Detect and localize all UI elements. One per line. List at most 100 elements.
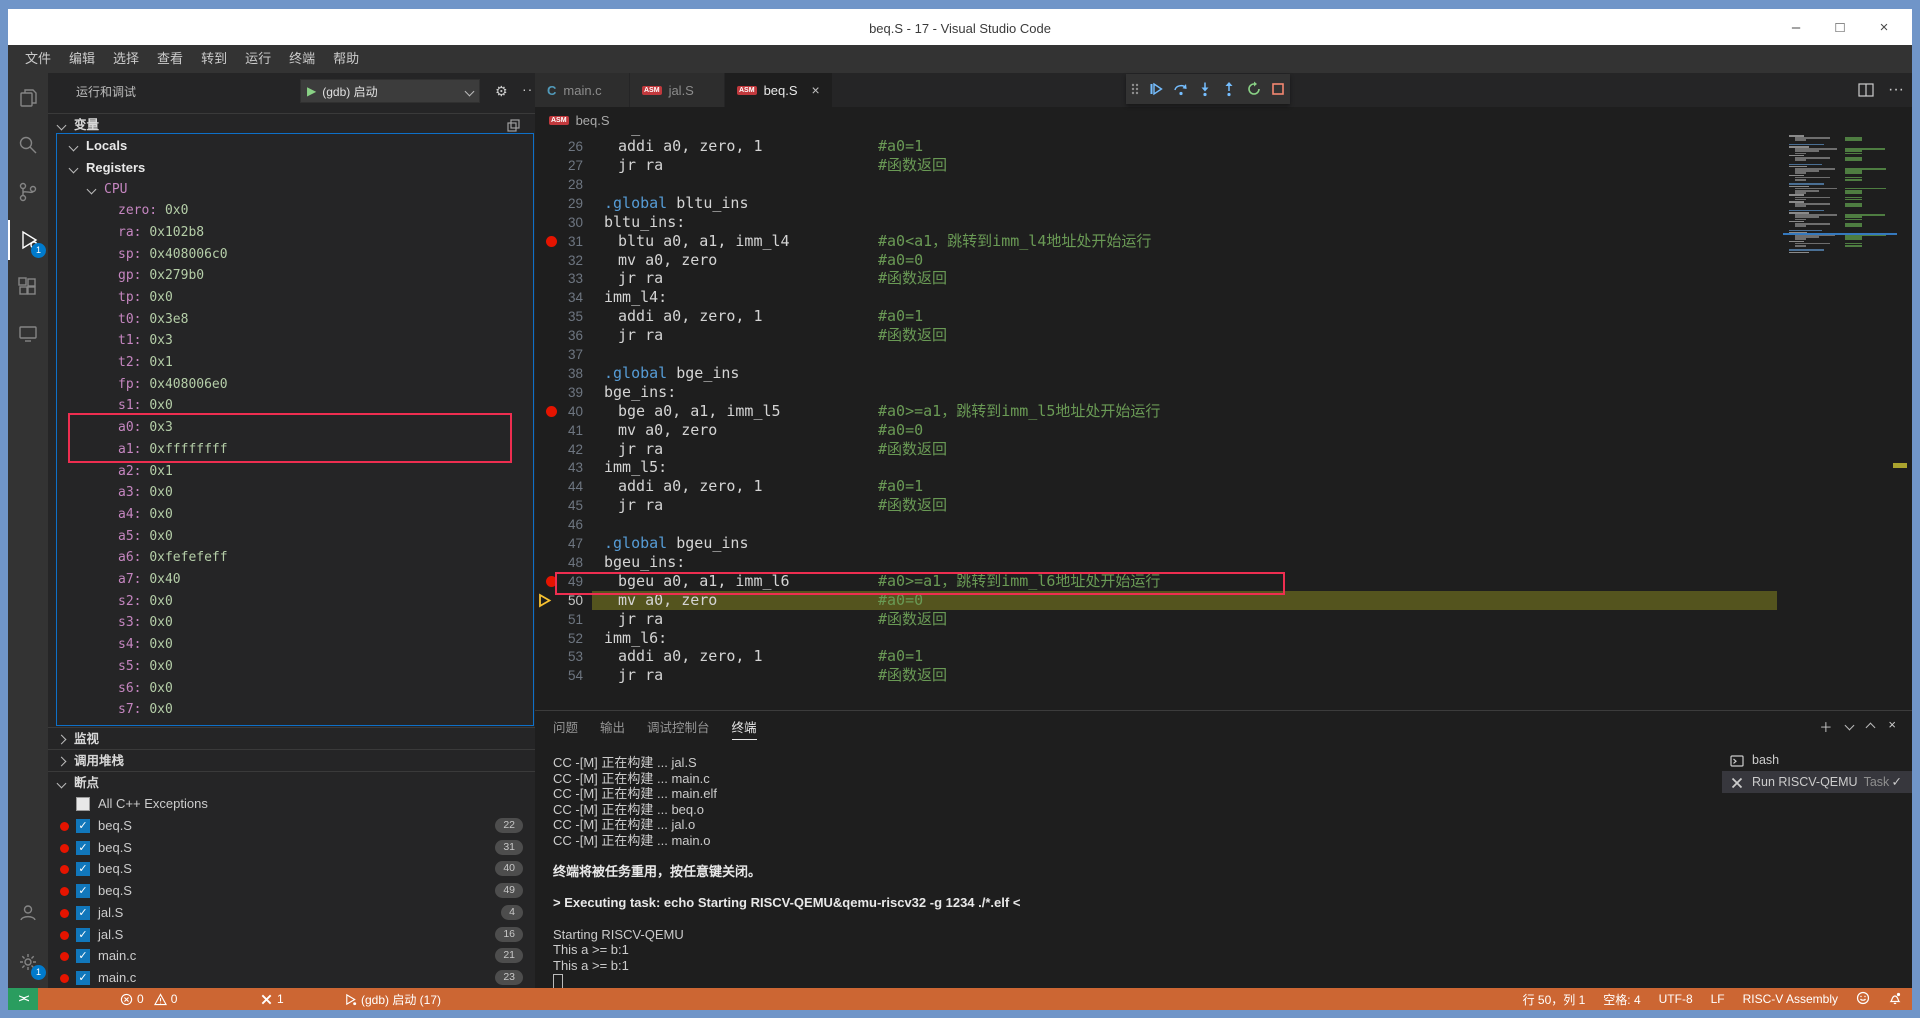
- more-actions-icon[interactable]: ···: [522, 81, 535, 97]
- code-line-38[interactable]: 38.global bge_ins: [535, 364, 1783, 383]
- breakpoint-row-beq.S-49[interactable]: ✓beq.S49: [48, 880, 535, 902]
- register-gp[interactable]: gp: 0x279b0: [48, 265, 535, 287]
- breakpoint-row-main.c-21[interactable]: ✓main.c21: [48, 945, 535, 967]
- code-line-28[interactable]: 28: [535, 175, 1783, 194]
- code-editor[interactable]: 25imm_l3:26addi a0, zero, 1#a0=127jr ra#…: [535, 133, 1783, 710]
- account-icon[interactable]: [8, 893, 48, 933]
- register-a6[interactable]: a6: 0xfefefeff: [48, 547, 535, 569]
- register-s1[interactable]: s1: 0x0: [48, 395, 535, 417]
- register-tp[interactable]: tp: 0x0: [48, 287, 535, 309]
- checkbox-checked[interactable]: ✓: [76, 928, 90, 942]
- checkbox-checked[interactable]: ✓: [76, 884, 90, 898]
- code-line-26[interactable]: 26addi a0, zero, 1#a0=1: [535, 137, 1783, 156]
- status-right-item-1[interactable]: 空格: 4: [1603, 991, 1640, 1008]
- scope-locals[interactable]: Locals: [48, 135, 535, 157]
- exception-breakpoint-row[interactable]: All C++ Exceptions: [48, 793, 535, 815]
- code-line-49[interactable]: 49bgeu a0, a1, imm_l6#a0>=a1，跳转到imm_l6地址…: [535, 572, 1783, 591]
- register-a2[interactable]: a2: 0x1: [48, 461, 535, 483]
- register-a7[interactable]: a7: 0x40: [48, 569, 535, 591]
- tab-jal.S[interactable]: ASMjal.S: [630, 73, 725, 107]
- menu-item-3[interactable]: 查看: [148, 45, 192, 73]
- panel-toggle-icon[interactable]: [507, 119, 521, 133]
- tab-beq.S[interactable]: ASMbeq.S×: [725, 73, 833, 107]
- search-icon[interactable]: [8, 125, 48, 165]
- code-line-27[interactable]: 27jr ra#函数返回: [535, 156, 1783, 175]
- debug-session-status[interactable]: (gdb) 启动 (17): [344, 988, 441, 1010]
- terminal-list-item-bash[interactable]: bash: [1722, 749, 1912, 771]
- register-sp[interactable]: sp: 0x408006c0: [48, 244, 535, 266]
- panel-tab-调试控制台[interactable]: 调试控制台: [647, 717, 710, 739]
- code-line-33[interactable]: 33jr ra#函数返回: [535, 269, 1783, 288]
- step-over-icon[interactable]: [1173, 81, 1189, 97]
- register-fp[interactable]: fp: 0x408006e0: [48, 374, 535, 396]
- code-line-43[interactable]: 43imm_l5:: [535, 458, 1783, 477]
- register-s3[interactable]: s3: 0x0: [48, 612, 535, 634]
- register-zero[interactable]: zero: 0x0: [48, 200, 535, 222]
- code-line-52[interactable]: 52imm_l6:: [535, 629, 1783, 648]
- callstack-section-header[interactable]: 调用堆栈: [48, 749, 535, 772]
- code-line-31[interactable]: 31bltu a0, a1, imm_l4#a0<a1，跳转到imm_l4地址处…: [535, 232, 1783, 251]
- register-a0[interactable]: a0: 0x3: [48, 417, 535, 439]
- continue-icon[interactable]: [1148, 81, 1164, 97]
- menu-item-6[interactable]: 终端: [280, 45, 324, 73]
- maximize-panel-icon[interactable]: [1866, 723, 1876, 733]
- code-line-29[interactable]: 29.global bltu_ins: [535, 194, 1783, 213]
- breakpoints-section-header[interactable]: 断点: [48, 771, 535, 794]
- files-icon[interactable]: [8, 78, 48, 118]
- extensions-icon[interactable]: [8, 268, 48, 308]
- breakpoint-row-jal.S-4[interactable]: ✓jal.S4: [48, 902, 535, 924]
- remote-indicator[interactable]: ><: [8, 988, 38, 1010]
- register-s7[interactable]: s7: 0x0: [48, 699, 535, 721]
- stop-icon[interactable]: [1270, 81, 1286, 97]
- status-right-item-2[interactable]: UTF-8: [1659, 992, 1693, 1006]
- close-button[interactable]: ×: [1862, 19, 1906, 36]
- gear-icon[interactable]: ⚙: [495, 83, 508, 100]
- breakpoint-row-beq.S-40[interactable]: ✓beq.S40: [48, 858, 535, 880]
- code-line-32[interactable]: 32mv a0, zero#a0=0: [535, 251, 1783, 270]
- code-line-36[interactable]: 36jr ra#函数返回: [535, 326, 1783, 345]
- code-line-39[interactable]: 39bge_ins:: [535, 383, 1783, 402]
- code-line-40[interactable]: 40bge a0, a1, imm_l5#a0>=a1，跳转到imm_l5地址处…: [535, 402, 1783, 421]
- menu-item-7[interactable]: 帮助: [324, 45, 368, 73]
- minimize-button[interactable]: –: [1774, 19, 1818, 36]
- checkbox-checked[interactable]: ✓: [76, 862, 90, 876]
- terminal-list-item-Run RISCV-QEMU[interactable]: Run RISCV-QEMUTask✓: [1722, 771, 1912, 793]
- source-control-icon[interactable]: [8, 172, 48, 212]
- register-s6[interactable]: s6: 0x0: [48, 678, 535, 700]
- step-into-icon[interactable]: [1197, 81, 1213, 97]
- settings-gear-icon[interactable]: 1: [8, 942, 48, 982]
- register-s5[interactable]: s5: 0x0: [48, 656, 535, 678]
- code-line-51[interactable]: 51jr ra#函数返回: [535, 610, 1783, 629]
- run-debug-icon[interactable]: 1: [8, 220, 48, 260]
- code-line-30[interactable]: 30bltu_ins:: [535, 213, 1783, 232]
- register-a3[interactable]: a3: 0x0: [48, 482, 535, 504]
- register-s4[interactable]: s4: 0x0: [48, 634, 535, 656]
- drag-handle-icon[interactable]: [1130, 81, 1140, 97]
- breakpoint-dot-icon[interactable]: [546, 236, 557, 247]
- register-t2[interactable]: t2: 0x1: [48, 352, 535, 374]
- menu-item-5[interactable]: 运行: [236, 45, 280, 73]
- register-a5[interactable]: a5: 0x0: [48, 526, 535, 548]
- chevron-down-icon[interactable]: [1845, 721, 1855, 731]
- checkbox-unchecked[interactable]: [76, 797, 90, 811]
- breakpoint-row-main.c-23[interactable]: ✓main.c23: [48, 967, 535, 988]
- panel-tab-输出[interactable]: 输出: [600, 717, 625, 739]
- register-t0[interactable]: t0: 0x3e8: [48, 309, 535, 331]
- maximize-button[interactable]: □: [1818, 19, 1862, 36]
- step-out-icon[interactable]: [1221, 81, 1237, 97]
- menu-item-4[interactable]: 转到: [192, 45, 236, 73]
- notifications-bell-icon[interactable]: [1888, 991, 1902, 1008]
- tab-main.c[interactable]: Cmain.c: [535, 73, 630, 107]
- register-a1[interactable]: a1: 0xffffffff: [48, 439, 535, 461]
- tasks-status[interactable]: 1: [260, 988, 284, 1010]
- launch-config-dropdown[interactable]: ▶ (gdb) 启动: [300, 79, 480, 103]
- split-editor-icon[interactable]: [1858, 82, 1874, 98]
- code-line-46[interactable]: 46: [535, 515, 1783, 534]
- panel-tab-终端[interactable]: 终端: [732, 717, 757, 740]
- restart-icon[interactable]: [1246, 81, 1262, 97]
- code-line-47[interactable]: 47.global bgeu_ins: [535, 534, 1783, 553]
- register-t1[interactable]: t1: 0x3: [48, 330, 535, 352]
- breakpoint-row-jal.S-16[interactable]: ✓jal.S16: [48, 924, 535, 946]
- watch-section-header[interactable]: 监视: [48, 727, 535, 750]
- breakpoint-row-beq.S-22[interactable]: ✓beq.S22: [48, 815, 535, 837]
